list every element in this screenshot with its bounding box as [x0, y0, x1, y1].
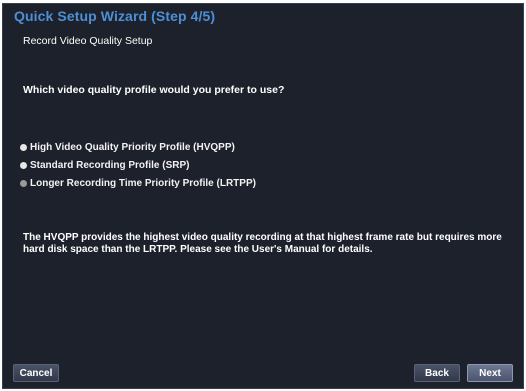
- wizard-subtitle: Record Video Quality Setup: [23, 35, 153, 47]
- option-srp-label: Standard Recording Profile (SRP): [30, 159, 190, 171]
- option-hvqpp-label: High Video Quality Priority Profile (HVQ…: [30, 141, 235, 153]
- option-hvqpp[interactable]: High Video Quality Priority Profile (HVQ…: [20, 138, 256, 156]
- back-button[interactable]: Back: [414, 364, 460, 382]
- cancel-button[interactable]: Cancel: [13, 364, 59, 382]
- radio-hvqpp-icon[interactable]: [20, 143, 27, 151]
- quick-setup-wizard-dialog: Quick Setup Wizard (Step 4/5) Record Vid…: [2, 3, 524, 389]
- profile-description: The HVQPP provides the highest video qua…: [23, 232, 502, 255]
- wizard-title: Quick Setup Wizard (Step 4/5): [14, 8, 216, 24]
- radio-lrtpp-icon[interactable]: [20, 179, 27, 187]
- option-lrtpp[interactable]: Longer Recording Time Priority Profile (…: [20, 174, 256, 192]
- radio-srp-icon[interactable]: [20, 161, 27, 169]
- next-button[interactable]: Next: [467, 364, 513, 382]
- profile-options: High Video Quality Priority Profile (HVQ…: [20, 138, 256, 192]
- profile-question: Which video quality profile would you pr…: [23, 84, 285, 96]
- option-lrtpp-label: Longer Recording Time Priority Profile (…: [30, 177, 256, 189]
- option-srp[interactable]: Standard Recording Profile (SRP): [20, 156, 256, 174]
